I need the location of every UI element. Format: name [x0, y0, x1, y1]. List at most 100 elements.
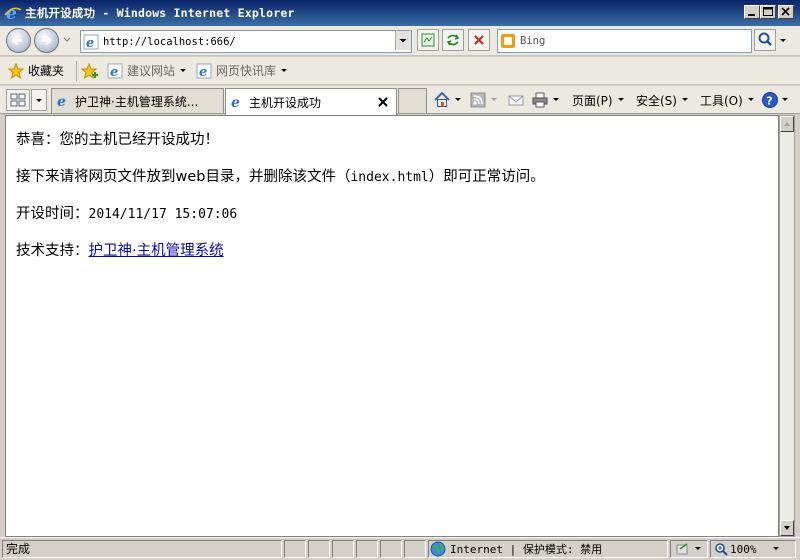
help-menu[interactable]: ? [761, 90, 790, 110]
print-button[interactable] [531, 90, 561, 110]
minimize-button[interactable] [744, 5, 760, 19]
compatibility-view-icon [421, 33, 435, 47]
add-to-favorites-button[interactable] [81, 62, 99, 79]
window-title: 主机开设成功 - Windows Internet Explorer [25, 6, 295, 20]
chevron-down-icon [36, 99, 42, 102]
help-icon: ? [762, 92, 778, 108]
read-mail-button[interactable] [507, 90, 525, 110]
back-arrow-icon [11, 35, 22, 46]
quick-tabs-button[interactable] [6, 89, 30, 111]
ie-page-icon: e [196, 63, 212, 79]
instruction-text: 接下来请将网页文件放到web目录，并删除该文件（index.html）即可正常访… [16, 165, 545, 186]
web-slice-gallery-label: 网页快讯库 [216, 64, 277, 78]
svg-text:e: e [86, 36, 94, 50]
compatibility-view-button[interactable] [417, 29, 439, 51]
search-icon [758, 32, 772, 46]
search-options-dropdown-icon[interactable] [778, 36, 788, 46]
rss-feed-icon [470, 92, 486, 108]
suggested-sites-label: 建议网站 [127, 64, 176, 78]
instruction-prefix: 接下来请将网页文件放到web目录，并删除该文件（ [16, 169, 351, 185]
status-pane-empty [404, 540, 426, 558]
creation-time-label: 开设时间： [16, 206, 89, 222]
status-pane-empty [308, 540, 330, 558]
tools-menu-label: 工具(O) [700, 93, 743, 108]
chevron-down-icon [695, 547, 701, 550]
chevron-down-icon [772, 547, 779, 550]
bing-icon [501, 34, 515, 48]
home-icon [434, 91, 450, 107]
close-button[interactable] [778, 5, 794, 19]
address-dropdown-button[interactable] [395, 31, 411, 50]
tech-support: 技术支持：护卫神·主机管理系统 [16, 239, 224, 260]
minimize-icon [748, 14, 755, 16]
svg-text:e: e [110, 65, 118, 79]
refresh-button[interactable] [442, 29, 464, 51]
tab-label: 主机开设成功 [249, 95, 322, 110]
search-box[interactable]: Bing [497, 29, 752, 53]
page-favicon-icon: e [83, 34, 99, 50]
add-favorite-icon [81, 62, 99, 79]
chevron-down-icon [782, 98, 788, 101]
maximize-icon [763, 7, 773, 16]
page-menu[interactable]: 页面(P) [572, 90, 626, 110]
feeds-button[interactable] [469, 90, 499, 110]
tab-list-button[interactable] [31, 89, 47, 111]
ie-page-icon: e [107, 63, 123, 79]
status-bar: 完成 Internet | 保护模式: 禁用 100% [0, 537, 800, 560]
maximize-button[interactable] [760, 5, 776, 19]
forward-button[interactable] [34, 28, 59, 53]
chevron-down-icon [281, 68, 288, 72]
ie-page-icon: e [57, 94, 66, 109]
scroll-down-button[interactable] [780, 520, 794, 536]
favorites-star-icon [8, 62, 24, 79]
refresh-icon [446, 34, 460, 46]
instruction-suffix: ）即可正常访问。 [428, 169, 545, 185]
search-button[interactable] [754, 29, 776, 51]
address-url[interactable]: http://localhost:666/ [103, 36, 236, 48]
chevron-down-icon [399, 39, 407, 43]
suggested-sites-button[interactable]: e 建议网站 [107, 62, 188, 79]
zoom-icon [715, 543, 728, 556]
scroll-up-button[interactable] [780, 116, 794, 132]
status-pane-empty [380, 540, 402, 558]
address-bar[interactable]: e http://localhost:666/ [80, 30, 412, 53]
close-icon [781, 7, 790, 16]
search-input[interactable]: Bing [520, 35, 545, 47]
tech-support-label: 技术支持： [16, 243, 89, 259]
safety-menu-label: 安全(S) [636, 93, 677, 108]
tools-menu[interactable]: 工具(O) [700, 90, 756, 110]
status-text-pane: 完成 [2, 540, 282, 558]
mail-icon [508, 95, 524, 106]
ie-logo-icon: e [4, 4, 22, 22]
stop-button[interactable] [468, 29, 490, 51]
vertical-scrollbar[interactable] [779, 115, 795, 537]
web-slice-gallery-button[interactable]: e 网页快讯库 [196, 62, 289, 79]
page-content: 恭喜：您的主机已经开设成功！ 接下来请将网页文件放到web目录，并删除该文件（i… [5, 115, 779, 537]
svg-text:?: ? [766, 94, 772, 107]
tab-active-host-created[interactable]: e 主机开设成功 [225, 88, 397, 115]
back-button[interactable] [6, 28, 31, 53]
popup-blocker-icon [676, 543, 688, 555]
title-bar: e 主机开设成功 - Windows Internet Explorer [0, 0, 800, 26]
chevron-down-icon [553, 98, 559, 101]
security-zone-pane[interactable]: Internet | 保护模式: 禁用 [428, 540, 668, 558]
stop-icon [474, 35, 484, 45]
safety-menu[interactable]: 安全(S) [636, 90, 690, 110]
favorites-button[interactable]: 收藏夹 [8, 62, 64, 79]
close-tab-icon[interactable] [377, 96, 389, 108]
protected-mode-pane[interactable] [670, 540, 708, 558]
zoom-pane[interactable]: 100% [710, 540, 796, 558]
navigation-bar: e http://localhost:666/ Bing [0, 26, 800, 56]
favorites-bar: 收藏夹 e 建议网站 e 网页快讯库 [0, 57, 800, 85]
tab-host-management[interactable]: e 护卫神·主机管理系统... [51, 88, 224, 113]
creation-time: 开设时间：2014/11/17 15:07:06 [16, 202, 237, 223]
toolbar-divider [76, 60, 78, 81]
chevron-down-icon [617, 98, 624, 101]
new-tab-button[interactable] [398, 88, 427, 113]
home-button[interactable] [433, 90, 463, 110]
recent-pages-dropdown-icon[interactable] [62, 36, 72, 44]
status-pane-empty [332, 540, 354, 558]
tab-bar: e 护卫神·主机管理系统... e 主机开设成功 页面(P) 安全(S) 工具(… [0, 86, 800, 115]
security-zone-text: Internet | 保护模式: 禁用 [450, 543, 603, 556]
tech-support-link[interactable]: 护卫神·主机管理系统 [89, 243, 224, 259]
